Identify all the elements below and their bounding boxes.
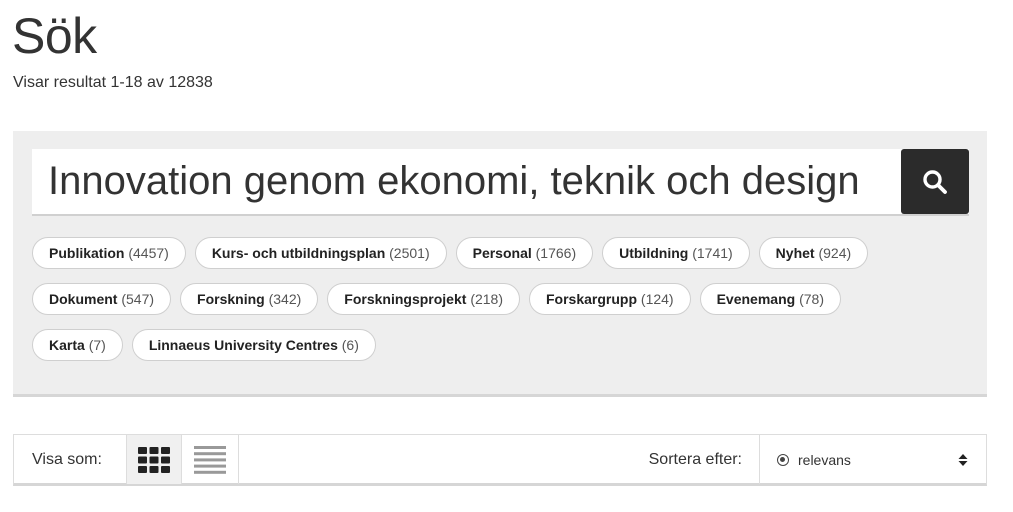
list-view-icon [194,445,226,474]
search-input[interactable] [32,149,899,214]
search-page: Sök Visar resultat 1-18 av 12838 Publika… [0,0,1013,512]
sort-select[interactable]: relevans [759,435,986,484]
facet-label: Nyhet [775,245,815,261]
facet-evenemang[interactable]: Evenemang (78) [699,283,841,315]
facet-count: (2501) [389,245,430,261]
facet-nyhet[interactable]: Nyhet (924) [758,237,869,269]
facet-forskningsprojekt[interactable]: Forskningsprojekt (218) [327,283,520,315]
facet-label: Karta [49,337,85,353]
facet-count: (78) [799,291,824,307]
view-label: Visa som: [32,451,102,468]
radio-selected-icon [777,454,789,466]
sort-label: Sortera efter: [648,451,742,468]
facet-kurs-och-utbildningsplan[interactable]: Kurs- och utbildningsplan (2501) [194,237,447,269]
facet-count: (547) [121,291,155,307]
facet-count: (342) [268,291,302,307]
facet-karta[interactable]: Karta (7) [32,329,123,361]
facet-label: Evenemang [716,291,796,307]
facet-label: Kurs- och utbildningsplan [211,245,386,261]
grid-view-icon [138,446,170,473]
facet-filters: Publikation (4457) Kurs- och utbildningsp… [32,237,972,375]
facet-personal[interactable]: Personal (1766) [455,237,594,269]
list-view-button[interactable] [182,435,239,484]
search-icon [923,169,947,194]
facet-count: (124) [640,291,674,307]
facet-label: Forskningsprojekt [344,291,467,307]
facet-count: (1741) [692,245,733,261]
facet-dokument[interactable]: Dokument (547) [32,283,172,315]
sort-selected-value: relevans [798,452,851,468]
result-summary: Visar resultat 1-18 av 12838 [13,74,213,91]
facet-label: Personal [472,245,532,261]
sort-updown-icon [958,454,968,466]
facet-count: (924) [818,245,852,261]
facet-linnaeus-university-centres[interactable]: Linnaeus University Centres (6) [131,329,376,361]
search-button[interactable] [901,149,969,214]
facet-utbildning[interactable]: Utbildning (1741) [602,237,750,269]
facet-label: Dokument [49,291,118,307]
facet-count: (1766) [535,245,577,261]
grid-view-button[interactable] [126,435,182,484]
facet-label: Utbildning [619,245,689,261]
search-panel: Publikation (4457)Kurs- och utbildningsp… [13,131,987,397]
page-title: Sök [12,8,97,64]
facet-forskning[interactable]: Forskning (342) [180,283,319,315]
facet-label: Forskning [197,291,265,307]
facet-count: (218) [470,291,503,307]
facet-publikation[interactable]: Publikation (4457) [32,237,186,269]
facet-count: (4457) [128,245,169,261]
facet-count: (7) [88,337,106,353]
facet-label: Forskargrupp [546,291,638,307]
facet-count: (6) [341,337,359,353]
facet-label: Publikation [49,245,125,261]
view-sort-bar: Visa som: Sortera efter: relevans [13,434,987,486]
search-box [32,149,969,216]
facet-forskargrupp[interactable]: Forskargrupp (124) [529,283,691,315]
facet-label: Linnaeus University Centres [148,337,338,353]
